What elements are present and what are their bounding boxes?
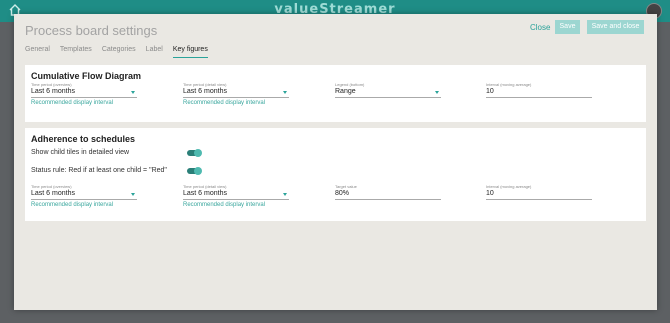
select-value: Range bbox=[335, 88, 356, 95]
cfd-detail-select[interactable]: Last 6 months bbox=[183, 88, 289, 98]
recommended-interval-link[interactable]: Recommended display interval bbox=[31, 100, 137, 106]
cfd-overview-select[interactable]: Last 6 months bbox=[31, 88, 137, 98]
recommended-interval-link[interactable]: Recommended display interval bbox=[183, 100, 289, 106]
save-button[interactable]: Save bbox=[555, 20, 580, 34]
chevron-down-icon bbox=[435, 91, 439, 94]
show-child-tiles-toggle[interactable] bbox=[187, 149, 202, 157]
adherence-card: Adherence to schedules Show child tiles … bbox=[25, 128, 646, 221]
toggle1-label: Show child tiles in detailed view bbox=[31, 149, 130, 156]
adh-overview-select[interactable]: Last 6 months bbox=[31, 190, 137, 200]
input-value: 80% bbox=[335, 190, 350, 197]
adh-detail-field: Time period (detail view) Last 6 months … bbox=[183, 184, 289, 208]
toggle2-label: Status rule: Red if at least one child =… bbox=[31, 167, 167, 174]
adh-detail-select[interactable]: Last 6 months bbox=[183, 190, 289, 200]
select-value: Last 6 months bbox=[31, 88, 75, 95]
tab-bar: General Templates Categories Label Key f… bbox=[25, 46, 208, 58]
cfd-detail-field: Time period (detail view) Last 6 months … bbox=[183, 82, 289, 106]
adh-overview-field: Time period (overview) Last 6 months Rec… bbox=[31, 184, 137, 208]
select-value: Last 6 months bbox=[183, 190, 227, 197]
adh-interval-field: Interval (moving average) 10 bbox=[486, 184, 592, 200]
save-and-close-button[interactable]: Save and close bbox=[587, 20, 644, 34]
tab-general[interactable]: General bbox=[25, 46, 50, 58]
toggle-knob bbox=[194, 167, 202, 175]
toggle-knob bbox=[194, 149, 202, 157]
recommended-interval-link[interactable]: Recommended display interval bbox=[31, 202, 137, 208]
status-rule-toggle[interactable] bbox=[187, 167, 202, 175]
adh-target-input[interactable]: 80% bbox=[335, 190, 441, 200]
close-link[interactable]: Close bbox=[530, 23, 550, 32]
tab-label[interactable]: Label bbox=[146, 46, 163, 58]
tab-templates[interactable]: Templates bbox=[60, 46, 92, 58]
input-value: 10 bbox=[486, 88, 494, 95]
cfd-interval-field: Interval (moving average) 10 bbox=[486, 82, 592, 98]
settings-modal: Process board settings Close Save Save a… bbox=[14, 14, 657, 310]
chevron-down-icon bbox=[283, 193, 287, 196]
cfd-title: Cumulative Flow Diagram bbox=[31, 71, 142, 81]
chevron-down-icon bbox=[131, 193, 135, 196]
recommended-interval-link[interactable]: Recommended display interval bbox=[183, 202, 289, 208]
adh-interval-input[interactable]: 10 bbox=[486, 190, 592, 200]
chevron-down-icon bbox=[131, 91, 135, 94]
select-value: Last 6 months bbox=[31, 190, 75, 197]
cfd-interval-input[interactable]: 10 bbox=[486, 88, 592, 98]
cfd-card: Cumulative Flow Diagram Time period (ove… bbox=[25, 65, 646, 122]
select-value: Last 6 months bbox=[183, 88, 227, 95]
input-value: 10 bbox=[486, 190, 494, 197]
tab-categories[interactable]: Categories bbox=[102, 46, 136, 58]
tab-key-figures[interactable]: Key figures bbox=[172, 46, 208, 58]
adherence-title: Adherence to schedules bbox=[31, 134, 136, 144]
cfd-legend-select[interactable]: Range bbox=[335, 88, 441, 98]
chevron-down-icon bbox=[283, 91, 287, 94]
adh-target-field: Target value 80% bbox=[335, 184, 441, 200]
cfd-legend-field: Legend (bottom) Range bbox=[335, 82, 441, 98]
modal-title: Process board settings bbox=[25, 23, 158, 38]
cfd-overview-field: Time period (overview) Last 6 months Rec… bbox=[31, 82, 137, 106]
